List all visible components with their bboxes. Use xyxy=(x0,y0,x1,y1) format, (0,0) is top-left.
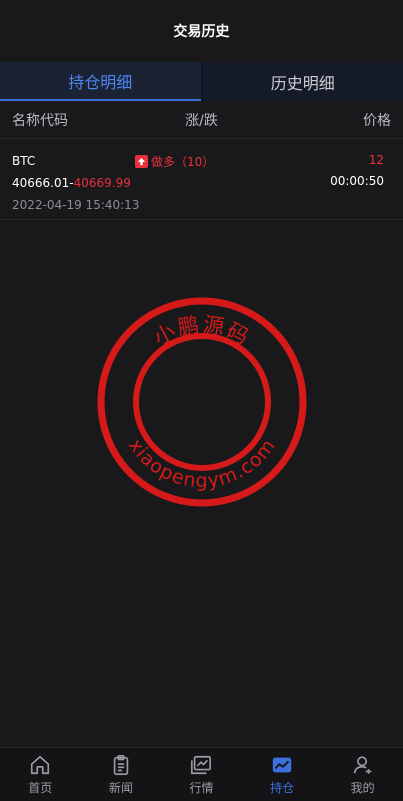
user-icon xyxy=(353,755,371,774)
column-change: 涨/跌 xyxy=(185,112,218,129)
app-header: 交易历史 xyxy=(0,0,403,62)
tabbar-news-label: 新闻 xyxy=(108,780,133,795)
tabbar-profile[interactable]: 我的 xyxy=(322,748,403,801)
tabbar-market[interactable]: 行情 xyxy=(161,748,242,801)
home-icon xyxy=(31,755,50,774)
current-price: 40669.99 xyxy=(73,176,131,190)
tabbar-position-label: 持仓 xyxy=(270,780,295,795)
tabbar-home[interactable]: 首页 xyxy=(0,748,81,801)
column-header: 名称代码 涨/跌 价格 xyxy=(0,101,403,139)
column-price: 价格 xyxy=(362,112,391,129)
column-name: 名称代码 xyxy=(12,112,68,129)
news-icon xyxy=(113,754,129,775)
tabbar-home-label: 首页 xyxy=(28,780,53,795)
svg-text:小鹏源码: 小鹏源码 xyxy=(150,312,254,350)
position-symbol: BTC xyxy=(12,154,36,168)
tab-history[interactable]: 历史明细 xyxy=(200,62,403,101)
tabbar-news[interactable]: 新闻 xyxy=(81,748,162,801)
market-icon xyxy=(191,755,212,774)
page-title: 交易历史 xyxy=(173,24,230,40)
arrow-up-icon xyxy=(135,155,148,168)
bottom-tab-bar: 首页 新闻 行情 持仓 我的 xyxy=(0,747,403,801)
position-price: 12 xyxy=(368,153,384,167)
position-date: 2022-04-19 15:40:13 xyxy=(12,198,140,212)
position-icon xyxy=(272,757,292,772)
position-prices: 40666.01-40669.99 xyxy=(12,176,131,190)
tab-positions[interactable]: 持仓明细 xyxy=(0,62,201,101)
open-price: 40666.01 xyxy=(12,176,70,190)
tab-bar-top: 持仓明细 历史明细 xyxy=(0,62,403,101)
watermark-top-text: 小鹏源码 xyxy=(150,312,252,350)
tabbar-position[interactable]: 持仓 xyxy=(242,748,323,801)
direction-label: 做多（10） xyxy=(151,155,215,169)
tabbar-profile-label: 我的 xyxy=(350,780,375,795)
position-direction: 做多（10） xyxy=(135,153,214,170)
position-row[interactable]: BTC 做多（10） 12 40666.01-40669.99 00:00:50… xyxy=(0,139,403,220)
watermark-seal: 小鹏源码 xiaopengym.com xyxy=(95,295,309,509)
position-countdown: 00:00:50 xyxy=(330,174,384,188)
tabbar-market-label: 行情 xyxy=(189,780,214,795)
